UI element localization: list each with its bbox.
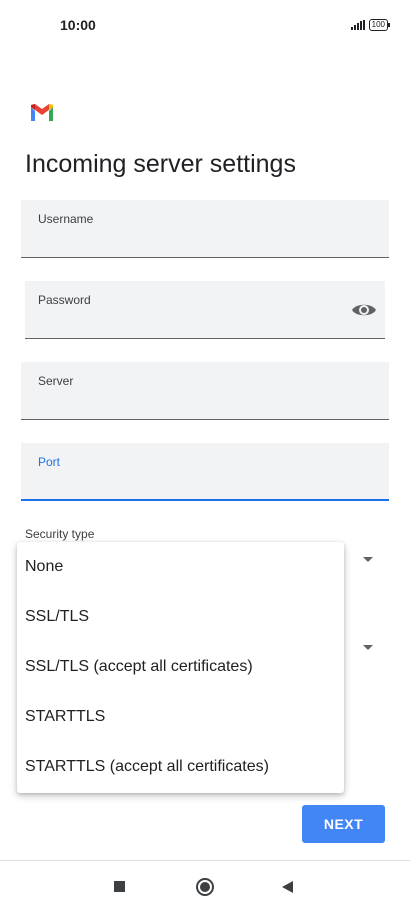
server-label: Server <box>38 374 74 388</box>
navigation-bar <box>0 860 410 912</box>
security-type-label: Security type <box>25 527 95 541</box>
password-label: Password <box>38 293 91 307</box>
chevron-down-icon[interactable] <box>363 645 373 650</box>
username-field[interactable]: Username <box>21 200 389 258</box>
eye-icon[interactable] <box>351 301 377 319</box>
gmail-icon <box>31 104 53 121</box>
status-icons: 100 <box>350 19 391 31</box>
chevron-down-icon[interactable] <box>363 557 373 562</box>
next-button[interactable]: NEXT <box>302 805 385 843</box>
home-icon[interactable] <box>196 878 214 896</box>
port-field[interactable]: Port <box>21 443 389 501</box>
username-label: Username <box>38 212 94 226</box>
menu-item-ssl-tls-accept-all[interactable]: SSL/TLS (accept all certificates) <box>17 642 344 692</box>
status-bar: 10:00 100 <box>0 0 410 50</box>
battery-icon: 100 <box>368 19 391 31</box>
recents-icon[interactable] <box>114 881 125 892</box>
back-icon[interactable] <box>282 881 293 893</box>
menu-item-starttls[interactable]: STARTTLS <box>17 692 344 742</box>
password-field[interactable]: Password <box>25 281 385 339</box>
signal-icon <box>350 20 365 30</box>
menu-item-ssl-tls[interactable]: SSL/TLS <box>17 592 344 642</box>
status-time: 10:00 <box>60 17 96 33</box>
page-title: Incoming server settings <box>25 150 296 178</box>
menu-item-none[interactable]: None <box>17 542 344 592</box>
server-field[interactable]: Server <box>21 362 389 420</box>
security-type-menu: None SSL/TLS SSL/TLS (accept all certifi… <box>17 542 344 793</box>
port-label: Port <box>38 455 61 469</box>
menu-item-starttls-accept-all[interactable]: STARTTLS (accept all certificates) <box>17 742 344 792</box>
